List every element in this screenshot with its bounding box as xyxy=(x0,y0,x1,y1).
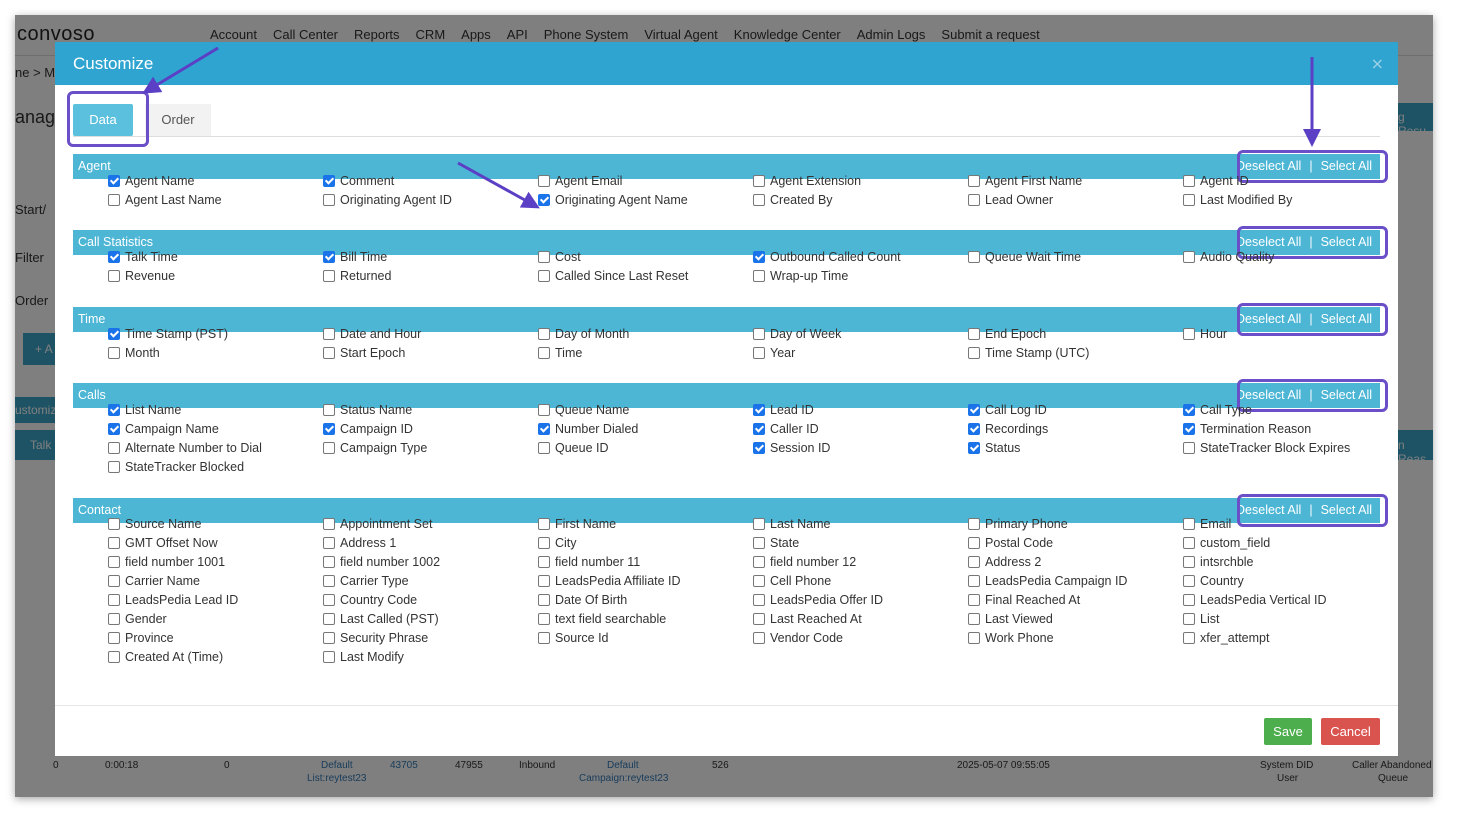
app-window: convoso AccountCall CenterReportsCRMApps… xyxy=(15,15,1433,797)
annotation-arrows xyxy=(142,46,1321,209)
arrow-to-originating-agent-name xyxy=(457,161,540,209)
arrow-to-data-tab xyxy=(142,46,219,94)
